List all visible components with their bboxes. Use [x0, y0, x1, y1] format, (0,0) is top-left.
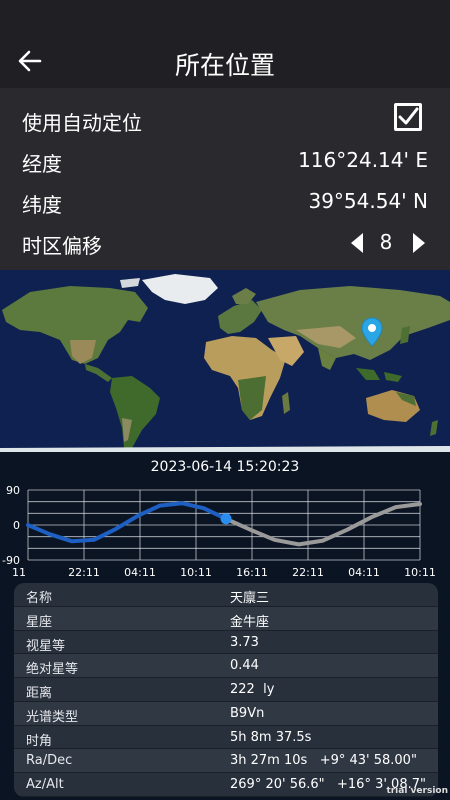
- table-row: 名称 天廪三: [14, 583, 438, 607]
- location-settings: 使用自动定位 经度 116°24.14' E 纬度 39°54.54' N 时区…: [0, 88, 450, 270]
- checkmark-icon: [398, 107, 419, 125]
- top-bar: 所在位置: [0, 0, 450, 88]
- location-pin-icon: [361, 317, 383, 347]
- star-info-table: 名称 天廪三星座 金牛座视星等 3.73 绝对星等 0.44 距离 222 ly 光谱类型 B9V…: [14, 583, 438, 797]
- x-tick-label: 10:11: [404, 566, 436, 579]
- series-line-future: [224, 502, 422, 547]
- y-tick-label: 0: [13, 519, 20, 532]
- info-key: 名称: [26, 591, 53, 606]
- table-row: Ra/Dec 3h 27m 10s +9° 43' 58.00": [14, 749, 438, 774]
- info-key: 距离: [26, 686, 53, 702]
- info-value: 5h 8m 37.5s: [230, 729, 312, 745]
- table-row: Az/Alt 269° 20' 56.6" +16° 3' 08.7": [14, 773, 438, 797]
- chart-datetime: 2023-06-14 15:20:23: [150, 459, 300, 475]
- table-row: 视星等 3.73: [14, 631, 438, 655]
- info-key: Az/Alt: [26, 777, 64, 793]
- info-value: 3h 27m 10s +9° 43' 58.00": [230, 753, 417, 769]
- auto-location-row[interactable]: 使用自动定位: [0, 99, 450, 139]
- longitude-label: 经度: [22, 152, 62, 176]
- longitude-value: 116°24.14' E: [298, 148, 428, 172]
- world-map-image: [0, 270, 450, 452]
- x-tick-label: 16:11: [236, 566, 268, 579]
- x-tick-label: 04:11: [348, 566, 380, 579]
- x-tick-label: 22:11: [292, 566, 324, 579]
- x-tick-label: 11: [12, 566, 26, 579]
- x-tick-label: 04:11: [124, 566, 156, 579]
- x-tick-label: 10:11: [180, 566, 212, 579]
- auto-location-label: 使用自动定位: [22, 111, 142, 135]
- latitude-row: 纬度 39°54.54' N: [0, 181, 450, 221]
- longitude-row: 经度 116°24.14' E: [0, 140, 450, 180]
- triangle-left-icon[interactable]: [350, 232, 364, 254]
- info-key: 绝对星等: [26, 662, 79, 678]
- table-row: 时角 5h 8m 37.5s: [14, 726, 438, 750]
- info-key: 视星等: [26, 638, 66, 654]
- info-value: 天廪三: [230, 591, 270, 606]
- current-position-marker: [220, 513, 232, 525]
- table-row: 光谱类型 B9Vn: [14, 701, 438, 726]
- auto-location-checkbox[interactable]: [394, 103, 422, 131]
- table-row: 距离 222 ly: [14, 678, 438, 702]
- table-row: 绝对星等 0.44: [14, 654, 438, 679]
- triangle-right-icon[interactable]: [412, 232, 426, 254]
- info-key: 时角: [26, 733, 53, 749]
- table-row: 星座 金牛座: [14, 606, 438, 631]
- info-value: 0.44: [230, 658, 259, 674]
- altitude-chart: 2023-06-14 15:20:23 90 0 -90 11 22:11 04:11 10…: [0, 452, 450, 580]
- latitude-label: 纬度: [22, 193, 62, 217]
- info-value: B9Vn: [230, 705, 265, 721]
- info-key: Ra/Dec: [26, 753, 73, 769]
- info-value: 222 ly: [230, 682, 275, 698]
- x-tick-label: 22:11: [68, 566, 100, 579]
- y-tick-label: 90: [6, 484, 20, 497]
- timezone-row: 时区偏移 8: [0, 222, 450, 262]
- info-key: 光谱类型: [26, 709, 79, 725]
- timezone-value: 8: [379, 230, 393, 254]
- info-key: 星座: [26, 614, 53, 630]
- timezone-label: 时区偏移: [22, 234, 102, 258]
- info-value: 金牛座: [230, 614, 270, 630]
- latitude-value: 39°54.54' N: [308, 189, 428, 213]
- trial-watermark: trial version: [386, 786, 448, 796]
- page-title: 所在位置: [174, 51, 275, 80]
- info-value: 3.73: [230, 634, 259, 650]
- altitude-chart-svg: 900-9011 22:11 04:11 10:11 16:11 22:11 04:11 10…: [2, 484, 436, 579]
- world-map[interactable]: [0, 270, 450, 452]
